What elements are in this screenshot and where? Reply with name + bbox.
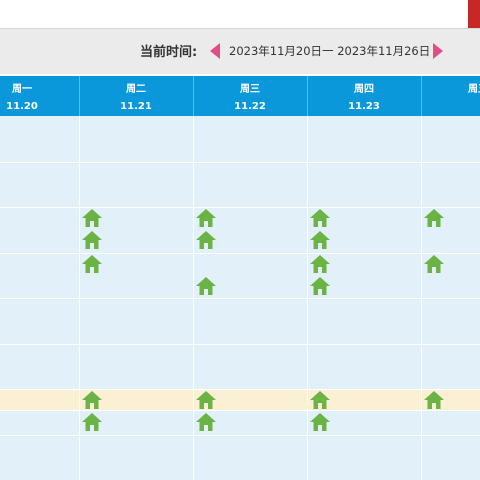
house-icon[interactable] <box>310 391 330 409</box>
day-name: 周四 <box>354 84 374 95</box>
schedule-cell[interactable] <box>421 116 480 162</box>
schedule-cell[interactable] <box>193 344 307 389</box>
house-icon[interactable] <box>196 231 216 249</box>
house-icon[interactable] <box>424 209 444 227</box>
schedule-cell[interactable] <box>0 389 79 435</box>
house-icon[interactable] <box>82 231 102 249</box>
schedule-grid <box>0 116 480 480</box>
house-icon[interactable] <box>310 231 330 249</box>
house-icon[interactable] <box>82 209 102 227</box>
header-divider <box>79 76 80 116</box>
schedule-cell[interactable] <box>307 162 421 207</box>
schedule-cell[interactable] <box>0 162 79 207</box>
schedule-cell[interactable] <box>0 207 79 253</box>
schedule-cell[interactable] <box>421 298 480 344</box>
schedule-cell[interactable] <box>421 435 480 480</box>
house-icon[interactable] <box>310 209 330 227</box>
schedule-cell[interactable] <box>0 344 79 389</box>
day-column-header-fri[interactable]: 周五 <box>421 76 480 116</box>
day-name: 周二 <box>126 84 146 95</box>
day-date: 11.21 <box>120 101 152 112</box>
schedule-cell[interactable] <box>421 344 480 389</box>
house-icon[interactable] <box>196 209 216 227</box>
schedule-cell[interactable] <box>79 435 193 480</box>
week-header: 周一 11.20 周二 11.21 周三 11.22 周四 11.23 周五 <box>0 76 480 116</box>
house-icon[interactable] <box>310 413 330 431</box>
house-icon[interactable] <box>310 277 330 295</box>
day-column-header-tue[interactable]: 周二 11.21 <box>79 76 193 116</box>
schedule-cell[interactable] <box>193 298 307 344</box>
day-column-header-wed[interactable]: 周三 11.22 <box>193 76 307 116</box>
day-name: 周三 <box>240 84 260 95</box>
day-date: 11.20 <box>6 101 38 112</box>
day-column-header-mon[interactable]: 周一 11.20 <box>0 76 79 116</box>
house-icon[interactable] <box>196 277 216 295</box>
schedule-cell[interactable] <box>79 298 193 344</box>
day-column-header-thu[interactable]: 周四 11.23 <box>307 76 421 116</box>
header-divider <box>307 76 308 116</box>
date-navigation-bar: 当前时间: 2023年11月20日一 2023年11月26日 <box>0 28 480 74</box>
house-icon[interactable] <box>424 255 444 273</box>
day-name: 周五 <box>468 84 480 95</box>
schedule-cell[interactable] <box>79 344 193 389</box>
house-icon[interactable] <box>424 391 444 409</box>
schedule-cell[interactable] <box>307 298 421 344</box>
schedule-cell[interactable] <box>193 162 307 207</box>
schedule-cell[interactable] <box>193 116 307 162</box>
schedule-cell[interactable] <box>79 116 193 162</box>
house-icon[interactable] <box>82 391 102 409</box>
arrow-left-icon[interactable] <box>210 43 220 59</box>
day-date: 11.22 <box>234 101 266 112</box>
scrollbar[interactable] <box>468 0 480 28</box>
schedule-cell[interactable] <box>193 435 307 480</box>
house-icon[interactable] <box>310 255 330 273</box>
header-divider <box>193 76 194 116</box>
schedule-cell[interactable] <box>307 116 421 162</box>
schedule-cell[interactable] <box>79 162 193 207</box>
house-icon[interactable] <box>196 391 216 409</box>
date-range-text: 2023年11月20日一 2023年11月26日 <box>229 44 431 58</box>
house-icon[interactable] <box>82 255 102 273</box>
schedule-cell[interactable] <box>307 435 421 480</box>
day-name: 周一 <box>12 84 32 95</box>
arrow-right-icon[interactable] <box>433 43 443 59</box>
day-date: 11.23 <box>348 101 380 112</box>
schedule-cell[interactable] <box>0 253 79 298</box>
schedule-cell[interactable] <box>421 162 480 207</box>
schedule-cell[interactable] <box>0 298 79 344</box>
schedule-cell[interactable] <box>0 435 79 480</box>
header-divider <box>421 76 422 116</box>
current-time-label: 当前时间: <box>140 45 198 60</box>
schedule-cell[interactable] <box>307 344 421 389</box>
house-icon[interactable] <box>196 413 216 431</box>
house-icon[interactable] <box>82 413 102 431</box>
top-bar <box>0 0 480 28</box>
schedule-cell[interactable] <box>0 116 79 162</box>
